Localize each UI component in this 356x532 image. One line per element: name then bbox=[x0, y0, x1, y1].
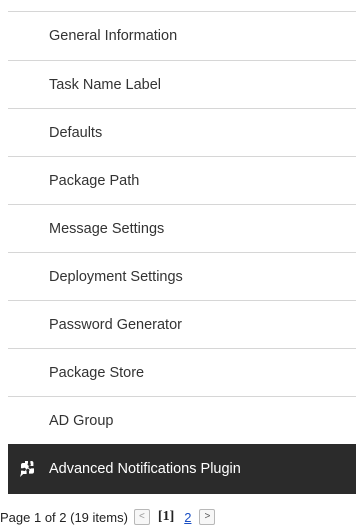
menu-item-package-store[interactable]: Package Store bbox=[8, 349, 356, 397]
menu-item-label: Deployment Settings bbox=[49, 268, 183, 285]
chevron-right-icon: > bbox=[204, 511, 211, 522]
menu-item-package-path[interactable]: Package Path bbox=[8, 157, 356, 205]
menu-item-password-generator[interactable]: Password Generator bbox=[8, 301, 356, 349]
menu-item-label: Package Store bbox=[49, 364, 145, 381]
menu-item-defaults[interactable]: Defaults bbox=[8, 109, 356, 157]
menu-item-label: Defaults bbox=[49, 124, 103, 141]
settings-panel: General Information Task Name Label Defa… bbox=[0, 0, 356, 532]
menu-item-label: Package Path bbox=[49, 172, 140, 189]
pager-summary: Page 1 of 2 (19 items) bbox=[0, 509, 128, 525]
menu-item-label: Advanced Notifications Plugin bbox=[49, 460, 241, 477]
menu-item-general-information[interactable]: General Information bbox=[8, 12, 356, 61]
current-page: [1] bbox=[157, 509, 175, 524]
prev-page-button[interactable]: < bbox=[133, 509, 150, 525]
page-link-2[interactable]: 2 bbox=[184, 510, 191, 525]
menu-item-ad-group[interactable]: AD Group bbox=[8, 397, 356, 445]
menu-item-message-settings[interactable]: Message Settings bbox=[8, 205, 356, 253]
menu-item-label: Message Settings bbox=[49, 220, 165, 237]
pager: Page 1 of 2 (19 items) < [1] 2 > bbox=[0, 502, 356, 532]
menu-item-task-name-label[interactable]: Task Name Label bbox=[8, 61, 356, 109]
menu-item-advanced-notifications-plugin[interactable]: Advanced Notifications Plugin bbox=[8, 444, 356, 494]
settings-menu: General Information Task Name Label Defa… bbox=[8, 11, 356, 494]
menu-item-deployment-settings[interactable]: Deployment Settings bbox=[8, 253, 356, 301]
next-page-button[interactable]: > bbox=[199, 509, 216, 525]
chevron-left-icon: < bbox=[138, 511, 145, 522]
menu-item-label: Task Name Label bbox=[49, 76, 162, 93]
puzzle-icon bbox=[18, 460, 36, 478]
menu-item-label: General Information bbox=[49, 28, 178, 44]
menu-item-label: Password Generator bbox=[49, 316, 182, 333]
menu-item-label: AD Group bbox=[49, 412, 114, 429]
